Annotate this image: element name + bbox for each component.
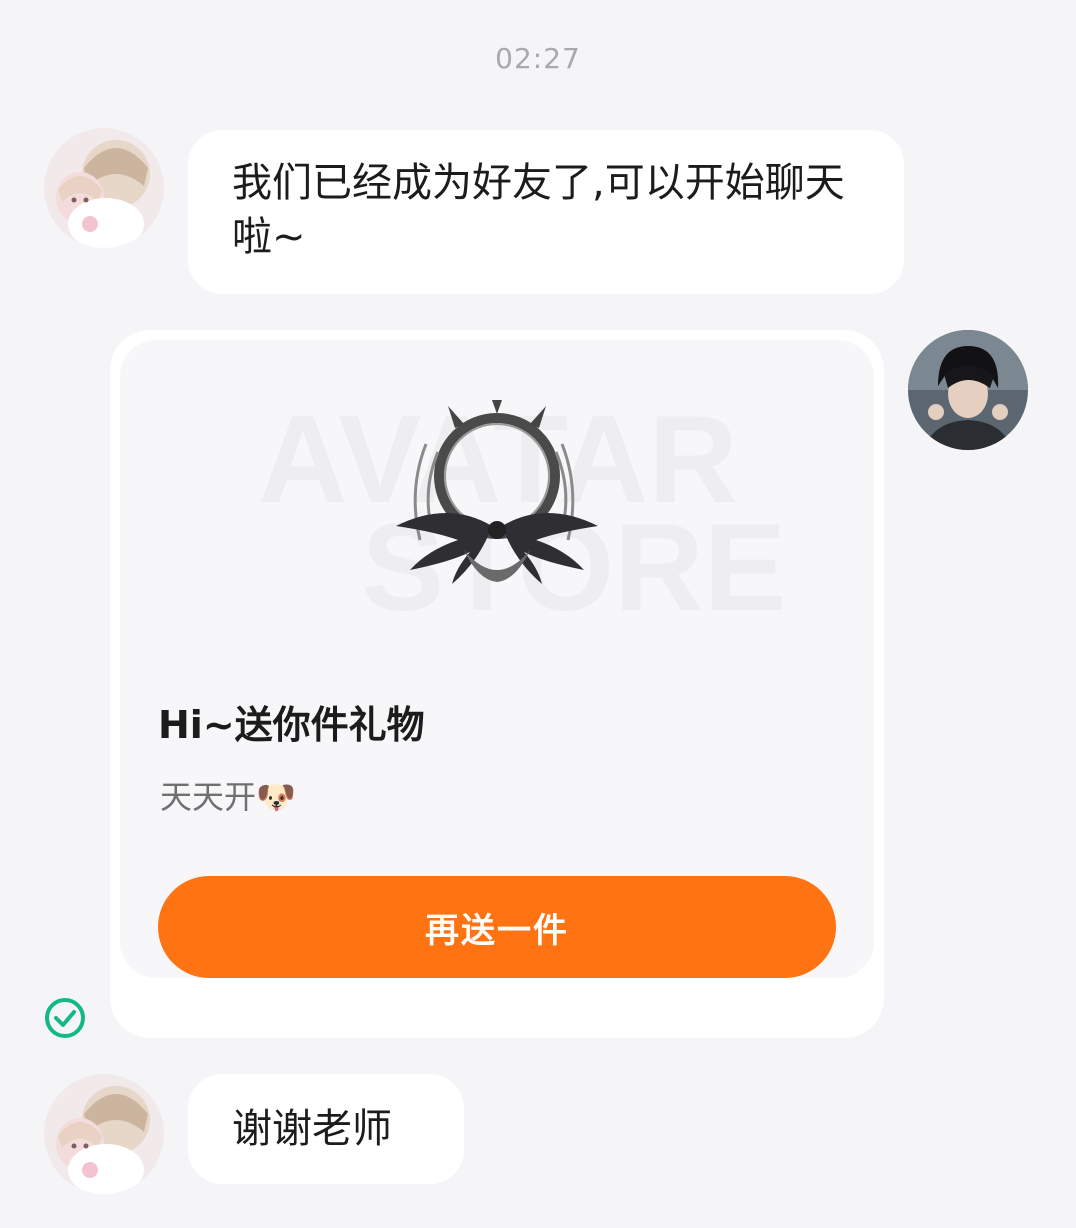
contact-avatar[interactable]	[44, 128, 164, 248]
message-bubble[interactable]: 谢谢老师	[188, 1074, 464, 1184]
gift-card[interactable]: AVATAR STORE Hi~送你件礼物 天天开🐶 再送一件	[110, 330, 884, 1038]
message-bubble[interactable]: 我们已经成为好友了,可以开始聊天啦~	[188, 130, 904, 294]
send-again-button[interactable]: 再送一件	[158, 876, 836, 978]
message-text: 谢谢老师	[232, 1106, 392, 1152]
check-circle-icon	[45, 998, 85, 1038]
gift-sender-name: 天天开🐶	[160, 778, 296, 816]
message-timestamp: 02:27	[495, 42, 581, 75]
gift-title: Hi~送你件礼物	[158, 703, 425, 747]
contact-avatar[interactable]	[44, 1074, 164, 1194]
my-avatar[interactable]	[908, 330, 1028, 450]
message-text: 我们已经成为好友了,可以开始聊天啦~	[232, 160, 845, 260]
